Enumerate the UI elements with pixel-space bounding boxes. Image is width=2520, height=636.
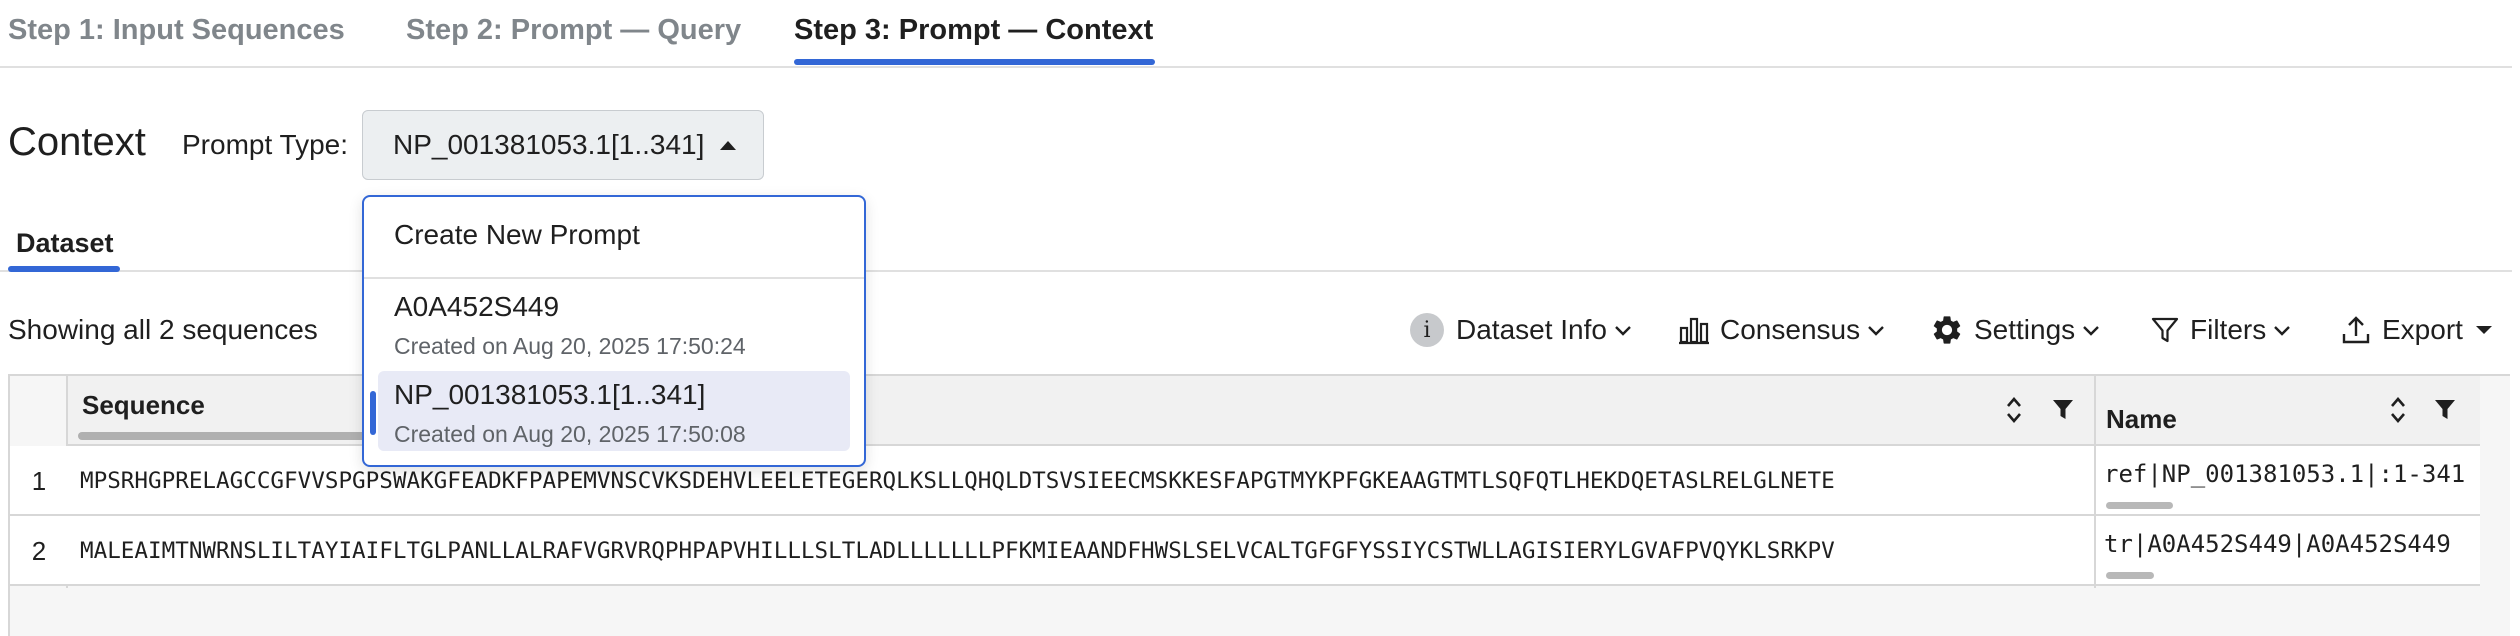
settings-button[interactable]: Settings: [1930, 310, 2101, 350]
name-cell-scrollbar[interactable]: [2106, 572, 2154, 579]
export-label: Export: [2382, 314, 2463, 345]
name-cell-scrollbar[interactable]: [2106, 502, 2173, 509]
prompt-option-title: NP_001381053.1[1..341]: [394, 379, 706, 410]
column-filter-icon[interactable]: [2434, 398, 2456, 422]
consensus-button[interactable]: Consensus: [1678, 310, 1886, 350]
settings-label: Settings: [1974, 314, 2076, 345]
create-new-prompt-option[interactable]: Create New Prompt: [364, 197, 864, 273]
sort-icon[interactable]: [2004, 394, 2024, 426]
column-filter-icon[interactable]: [2052, 398, 2074, 422]
sequence-fade: [2050, 446, 2094, 514]
column-header-sequence[interactable]: Sequence: [82, 390, 205, 421]
dataset-tab-indicator: [8, 266, 120, 272]
prompt-option-title: A0A452S449: [394, 291, 560, 322]
tab-step-3[interactable]: Step 3: Prompt — Context: [794, 14, 1153, 47]
prompt-option-selected[interactable]: NP_001381053.1[1..341] Created on Aug 20…: [378, 371, 850, 451]
dataset-info-label: Dataset Info: [1456, 314, 1607, 345]
info-icon: i: [1410, 313, 1444, 347]
menu-divider: [364, 277, 864, 279]
tab-step-1[interactable]: Step 1: Input Sequences: [8, 14, 345, 47]
chevron-down-icon: [2274, 326, 2291, 336]
tab-dataset[interactable]: Dataset: [16, 228, 114, 259]
name-cell[interactable]: tr|A0A452S449|A0A452S449: [2104, 530, 2478, 558]
prompt-option[interactable]: A0A452S449 Created on Aug 20, 2025 17:50…: [378, 283, 850, 363]
filter-icon: [2151, 317, 2179, 343]
row-number: 2: [31, 536, 47, 566]
bar-chart-icon: [1679, 317, 1709, 345]
sequence-header-scrollbar[interactable]: [78, 432, 368, 440]
sequence-cell[interactable]: MALEAIMTNWRNSLILTAYIAIFLTGLPANLLALRAFVGR…: [80, 538, 2092, 564]
filters-label: Filters: [2190, 314, 2267, 345]
dataset-info-button[interactable]: i Dataset Info: [1410, 310, 1633, 350]
prompt-type-value: NP_001381053.1[1..341]: [393, 129, 705, 160]
step-tabs: Step 1: Input Sequences Step 2: Prompt —…: [0, 0, 2512, 68]
consensus-label: Consensus: [1720, 314, 1861, 345]
prompt-option-subtitle: Created on Aug 20, 2025 17:50:08: [394, 421, 746, 447]
prompt-type-menu: Create New Prompt A0A452S449 Created on …: [362, 195, 866, 467]
page: Step 1: Input Sequences Step 2: Prompt —…: [0, 0, 2520, 636]
chevron-down-icon: [1868, 326, 1884, 336]
selected-indicator: [370, 391, 376, 435]
row-number: 1: [31, 466, 47, 496]
column-divider[interactable]: [2094, 376, 2096, 588]
sequence-cell[interactable]: MPSRHGPRELAGCCGFVVSPGPSWAKGFEADKFPAPEMVN…: [80, 468, 2092, 494]
filters-button[interactable]: Filters: [2150, 310, 2292, 350]
caret-up-icon: [720, 140, 737, 150]
name-cell[interactable]: ref|NP_001381053.1|:1-341: [2104, 460, 2478, 488]
sort-icon[interactable]: [2388, 394, 2408, 426]
active-tab-indicator: [794, 59, 1155, 65]
table-row[interactable]: 2 MALEAIMTNWRNSLILTAYIAIFLTGLPANLLALRAFV…: [10, 516, 2480, 586]
prompt-type-label: Prompt Type:: [182, 129, 349, 160]
caret-down-icon: [2475, 326, 2492, 334]
sequence-count-text: Showing all 2 sequences: [8, 314, 318, 345]
prompt-option-subtitle: Created on Aug 20, 2025 17:50:24: [394, 333, 746, 359]
tab-step-2[interactable]: Step 2: Prompt — Query: [406, 14, 741, 47]
chevron-down-icon: [1615, 326, 1631, 336]
prompt-type-select[interactable]: NP_001381053.1[1..341]: [362, 110, 764, 180]
upload-icon: [2342, 316, 2370, 344]
gear-icon: [1933, 316, 1961, 344]
export-button[interactable]: Export: [2340, 310, 2493, 350]
sequence-fade: [2050, 516, 2094, 584]
column-header-name[interactable]: Name: [2106, 404, 2177, 435]
chevron-down-icon: [2083, 326, 2100, 336]
section-title: Context: [8, 120, 146, 164]
